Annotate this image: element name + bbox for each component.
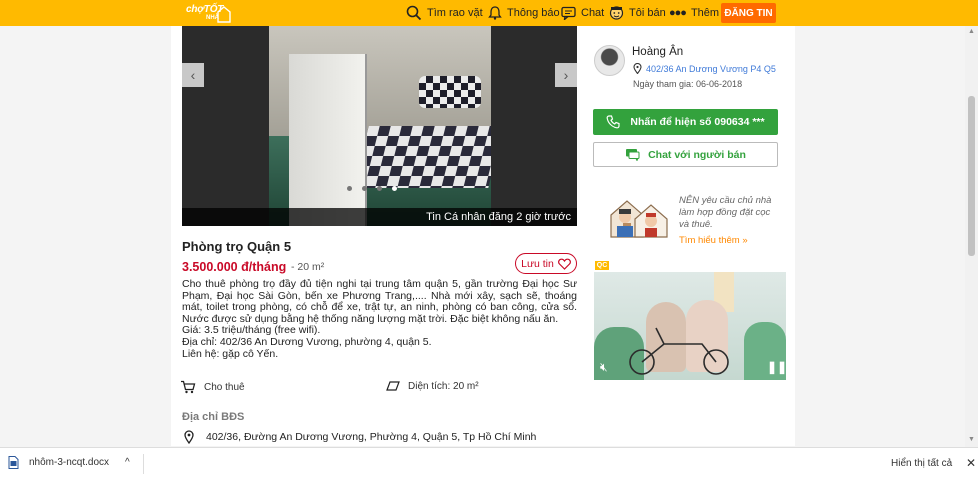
listing-price: 3.500.000 đ/tháng — [182, 260, 287, 274]
address-heading: Địa chỉ BĐS — [182, 411, 245, 423]
pillow-graphic — [419, 76, 481, 108]
nav-chat-label: Chat — [581, 7, 605, 19]
scroll-down-icon[interactable]: ▼ — [968, 436, 975, 443]
ad-scooter-drawing — [629, 327, 729, 375]
gallery-dot-active[interactable] — [392, 186, 397, 191]
seller-joined-date: Ngày tham gia: 06-06-2018 — [633, 79, 743, 89]
listing-description: Cho thuê phòng trọ đầy đủ tiện nghi tại … — [182, 278, 577, 360]
mute-icon[interactable]: 🔇︎ — [600, 360, 608, 375]
seller-avatar[interactable] — [594, 45, 625, 76]
address-line: 402/36, Đường An Dương Vương, Phường 4, … — [184, 430, 536, 444]
nav-my-sales-label: Tôi bán — [629, 7, 666, 19]
chat-seller-label: Chat với người bán — [648, 148, 746, 161]
download-item[interactable]: nhôm-3-ncqt.docx — [8, 456, 109, 469]
mattress-graphic — [353, 126, 491, 188]
listing-type-label: Cho thuê — [204, 381, 245, 393]
address-text: 402/36, Đường An Dương Vương, Phường 4, … — [206, 431, 537, 443]
listing-photo — [269, 26, 491, 226]
photo-gallery[interactable]: ‹ › Tin Cá nhân đăng 2 giờ trước — [182, 26, 577, 226]
nav-chat[interactable]: Chat — [561, 0, 604, 26]
bell-icon — [488, 6, 502, 20]
post-listing-button[interactable]: ĐĂNG TIN — [721, 3, 776, 23]
nav-more-label: Thêm — [690, 7, 720, 19]
seller-address: 402/36 An Dương Vương P4 Q5 — [633, 63, 776, 74]
gallery-dot[interactable] — [362, 186, 367, 191]
show-phone-button[interactable]: Nhấn để hiện số 090634 *** — [593, 109, 778, 135]
heart-icon — [557, 258, 571, 270]
map-pin-icon — [184, 430, 194, 444]
contract-tip-illustration — [610, 200, 668, 238]
ad-video[interactable]: 🔇︎ ❚❚ — [594, 272, 786, 380]
gallery-dot[interactable] — [347, 186, 352, 191]
listing-area-label: Diện tích: 20 m² — [408, 380, 479, 392]
search-icon — [406, 5, 422, 21]
pause-icon[interactable]: ❚❚ — [767, 360, 786, 374]
download-options-chevron-icon[interactable]: ^ — [125, 457, 130, 468]
location-icon — [633, 63, 642, 74]
gallery-dots — [347, 186, 397, 191]
logo-house-icon — [217, 6, 231, 23]
page-scrollbar[interactable]: ▲ ▼ — [965, 26, 978, 447]
gallery-prev-button[interactable]: ‹ — [182, 63, 204, 87]
save-listing-button[interactable]: Lưu tin — [515, 253, 577, 274]
show-all-downloads-link[interactable]: Hiển thị tất cả — [891, 458, 952, 469]
show-phone-label: Nhấn để hiện số 090634 *** — [630, 116, 765, 128]
user-face-icon — [609, 6, 624, 20]
download-divider — [143, 454, 144, 474]
nav-notifications-label: Thông báo — [507, 7, 560, 19]
gallery-dot[interactable] — [377, 186, 382, 191]
listing-area-short: - 20 m² — [291, 261, 325, 273]
nav-my-sales[interactable]: Tôi bán — [609, 0, 666, 26]
cart-icon — [181, 380, 196, 394]
nav-notifications[interactable]: Thông báo — [488, 0, 560, 26]
chat-bubble-icon — [626, 149, 640, 161]
nav-search-label: Tìm rao vặt — [427, 7, 483, 19]
scroll-up-icon[interactable]: ▲ — [968, 28, 975, 35]
description-body: Cho thuê phòng trọ đầy đủ tiện nghi tại … — [182, 278, 577, 325]
scrollbar-thumb[interactable] — [968, 96, 975, 256]
gallery-caption: Tin Cá nhân đăng 2 giờ trước — [182, 208, 577, 226]
site-logo[interactable]: chợTỐT NHÀ — [186, 3, 236, 25]
close-download-bar-icon[interactable]: ✕ — [966, 456, 976, 470]
chat-seller-button[interactable]: Chat với người bán — [593, 142, 778, 167]
more-dots-icon: ●●● — [669, 7, 687, 19]
document-icon — [8, 456, 19, 469]
download-bar: nhôm-3-ncqt.docx ^ Hiển thị tất cả ✕ — [0, 447, 978, 478]
nav-search[interactable]: Tìm rao vặt — [406, 0, 483, 26]
description-contact: Liên hệ: gặp cô Yến. — [182, 347, 279, 360]
download-file-name: nhôm-3-ncqt.docx — [29, 457, 110, 468]
nav-more[interactable]: ●●● Thêm — [669, 0, 719, 26]
ad-badge: QC — [595, 261, 609, 270]
save-listing-label: Lưu tin — [521, 257, 554, 270]
listing-type: Cho thuê — [180, 380, 245, 394]
seller-address-text: 402/36 An Dương Vương P4 Q5 — [646, 63, 776, 74]
area-icon — [386, 381, 400, 391]
chat-icon — [561, 6, 576, 20]
listing-area: Diện tích: 20 m² — [386, 380, 479, 392]
contract-tip-text: NÊN yêu cầu chủ nhà làm hợp đồng đặt cọc… — [679, 195, 772, 230]
description-address: Địa chỉ: 402/36 An Dương Vương, phường 4… — [182, 335, 432, 348]
seller-name[interactable]: Hoàng Ân — [632, 46, 683, 58]
phone-icon — [606, 115, 620, 129]
learn-more-link[interactable]: Tìm hiểu thêm » — [679, 235, 748, 246]
listing-title: Phòng trọ Quận 5 — [182, 239, 292, 254]
top-header: chợTỐT NHÀ Tìm rao vặt Thông báo Chat Tô… — [0, 0, 978, 26]
fridge-graphic — [289, 54, 367, 226]
gallery-next-button[interactable]: › — [555, 63, 577, 87]
